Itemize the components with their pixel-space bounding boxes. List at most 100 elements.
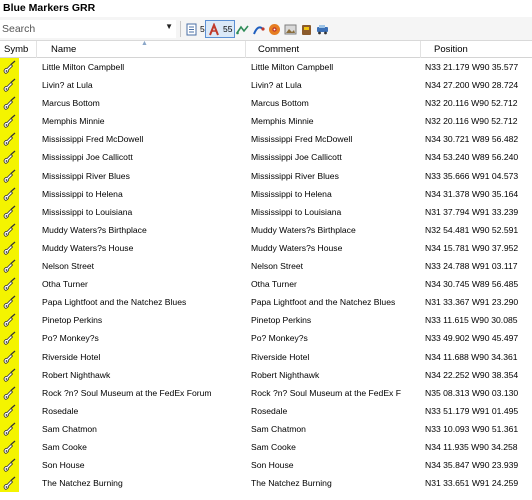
symbol-cell: [0, 257, 19, 276]
window-title: Blue Markers GRR: [3, 2, 96, 14]
name-cell: Little Milton Campbell: [42, 62, 125, 72]
table-row[interactable]: Mississippi Joe Callicott Mississippi Joe…: [0, 148, 532, 167]
position-cell: N32 54.481 W90 52.591: [425, 224, 519, 235]
table-row[interactable]: Rock ?n? Soul Museum at the FedEx Forum R…: [0, 383, 532, 402]
name-cell: Muddy Waters?s Birthplace: [42, 224, 147, 235]
comment-cell: Mississippi Joe Callicott: [251, 152, 342, 163]
symbol-cell: [0, 275, 19, 294]
window-titlebar: Blue Markers GRR: [0, 0, 532, 17]
symbol-cell: [0, 401, 19, 420]
table-row[interactable]: Papa Lightfoot and the Natchez Blues Papa…: [0, 293, 532, 312]
name-cell: Sam Cooke: [42, 441, 87, 452]
position-cell: N34 22.252 W90 38.354: [425, 369, 519, 380]
position-cell: N34 30.745 W89 56.485: [425, 279, 519, 290]
name-cell: Sam Chatmon: [42, 423, 97, 434]
symbol-cell: [0, 293, 19, 312]
comment-cell: Papa Lightfoot and the Natchez Blues: [251, 297, 396, 308]
track-button[interactable]: [250, 20, 267, 38]
symbol-cell: [0, 311, 19, 330]
table-row[interactable]: Pinetop Perkins Pinetop Perkins N33 11.615…: [0, 311, 532, 330]
comment-cell: Rosedale: [251, 405, 288, 416]
name-cell: Mississippi to Louisiana: [42, 206, 133, 217]
table-row[interactable]: Little Milton Campbell Little Milton Camp…: [0, 58, 532, 77]
vehicle-button[interactable]: [314, 20, 331, 38]
position-cell: N33 24.788 W91 03.117: [425, 261, 518, 272]
comment-cell: Little Milton Campbell: [251, 62, 334, 72]
image-button[interactable]: [282, 20, 299, 38]
table-row[interactable]: Muddy Waters?s Birthplace Muddy Waters?s …: [0, 220, 532, 239]
table-row[interactable]: The Natchez Burning The Natchez Burning N3…: [0, 474, 532, 493]
column-header-symbol[interactable]: Symb: [0, 41, 37, 58]
search-box[interactable]: ▼: [0, 20, 176, 38]
search-input[interactable]: [1, 21, 165, 37]
disc-icon: [268, 23, 281, 36]
symbol-cell: [0, 456, 19, 475]
table-row[interactable]: Nelson Street Nelson Street N33 24.788 W91…: [0, 257, 532, 276]
position-cell: N32 20.116 W90 52.712: [425, 116, 518, 127]
name-cell: Nelson Street: [42, 261, 95, 272]
symbol-cell: [0, 365, 19, 384]
symbol-cell: [0, 238, 19, 258]
symbol-cell: [0, 419, 19, 438]
name-cell: Rosedale: [42, 405, 79, 416]
table-row[interactable]: Memphis Minnie Memphis Minnie N32 20.116 W…: [0, 112, 532, 131]
position-cell: N32 20.116 W90 52.712: [425, 98, 518, 109]
symbol-cell: [0, 130, 19, 149]
name-cell: Rock ?n? Soul Museum at the FedEx Forum: [42, 387, 212, 398]
position-cell: N33 49.902 W90 45.497: [425, 333, 519, 344]
table-row[interactable]: Otha Turner Otha Turner N34 30.745 W89 56.…: [0, 275, 532, 294]
comment-cell: Pinetop Perkins: [251, 315, 312, 326]
table-row[interactable]: Sam Cooke Sam Cooke N34 11.935 W90 34.258: [0, 437, 532, 457]
name-cell: Marcus Bottom: [42, 98, 100, 109]
table-row[interactable]: Son House Son House N34 35.847 W90 23.939: [0, 456, 532, 475]
table-row[interactable]: Po? Monkey?s Po? Monkey?s N33 49.902 W90 4…: [0, 329, 532, 348]
symbol-cell: [0, 329, 19, 348]
position-cell: N31 33.651 W91 24.259: [425, 478, 519, 489]
table-row[interactable]: Mississippi Fred McDowell Mississippi Fre…: [0, 130, 532, 149]
document-list-icon: [185, 23, 198, 36]
table-row[interactable]: Robert Nighthawk Robert Nighthawk N34 22.2…: [0, 365, 532, 384]
comment-cell: Mississippi to Louisiana: [251, 206, 342, 217]
route-arrow-icon: [236, 23, 249, 36]
table-row[interactable]: Muddy Waters?s House Muddy Waters?s House…: [0, 238, 532, 258]
name-cell: Memphis Minnie: [42, 116, 105, 127]
route-button[interactable]: [234, 20, 251, 38]
position-cell: N34 31.378 W90 35.164: [425, 188, 519, 199]
symbol-cell: [0, 184, 19, 203]
name-cell: Pinetop Perkins: [42, 315, 103, 326]
table-row[interactable]: Mississippi to Helena Mississippi to Hele…: [0, 184, 532, 203]
table-row[interactable]: Mississippi River Blues Mississippi River…: [0, 166, 532, 185]
table-row[interactable]: Mississippi to Louisiana Mississippi to L…: [0, 202, 532, 221]
name-cell: Robert Nighthawk: [42, 369, 111, 380]
symbol-cell: [0, 202, 19, 221]
comment-cell: Robert Nighthawk: [251, 369, 320, 380]
comment-cell: The Natchez Burning: [251, 478, 332, 489]
disc-button[interactable]: [266, 20, 283, 38]
table-row[interactable]: Rosedale Rosedale N33 51.179 W91 01.495: [0, 401, 532, 420]
name-cell: Po? Monkey?s: [42, 333, 99, 344]
position-cell: N34 27.200 W90 28.724: [425, 80, 519, 91]
column-header-comment[interactable]: Comment: [246, 41, 421, 58]
comment-cell: Riverside Hotel: [251, 351, 310, 362]
waypoint-flag-icon: [208, 21, 221, 36]
geocache-box-icon: [300, 23, 313, 36]
search-dropdown-icon[interactable]: ▼: [165, 22, 173, 31]
column-header-position[interactable]: Position: [421, 41, 532, 58]
picture-icon: [284, 23, 297, 36]
name-cell: Mississippi to Helena: [42, 188, 123, 199]
comment-cell: Memphis Minnie: [251, 116, 314, 127]
geocache-button[interactable]: [298, 20, 315, 38]
toolbar-separator: [180, 21, 181, 37]
comment-cell: Muddy Waters?s House: [251, 242, 343, 253]
symbol-cell: [0, 474, 19, 493]
table-row[interactable]: Livin? at Lula Livin? at Lula N34 27.200 W…: [0, 76, 532, 95]
table-row[interactable]: Riverside Hotel Riverside Hotel N34 11.688…: [0, 347, 532, 366]
symbol-cell: [0, 148, 19, 167]
position-cell: N31 37.794 W91 33.239: [425, 206, 519, 217]
filtered-count-button[interactable]: 55: [205, 20, 236, 38]
table-row[interactable]: Sam Chatmon Sam Chatmon N33 10.093 W90 51.…: [0, 419, 532, 438]
table-row[interactable]: Marcus Bottom Marcus Bottom N32 20.116 W90…: [0, 94, 532, 113]
comment-cell: Po? Monkey?s: [251, 333, 308, 344]
name-cell: Riverside Hotel: [42, 351, 101, 362]
comment-cell: Rock ?n? Soul Museum at the FedEx F: [251, 387, 401, 398]
